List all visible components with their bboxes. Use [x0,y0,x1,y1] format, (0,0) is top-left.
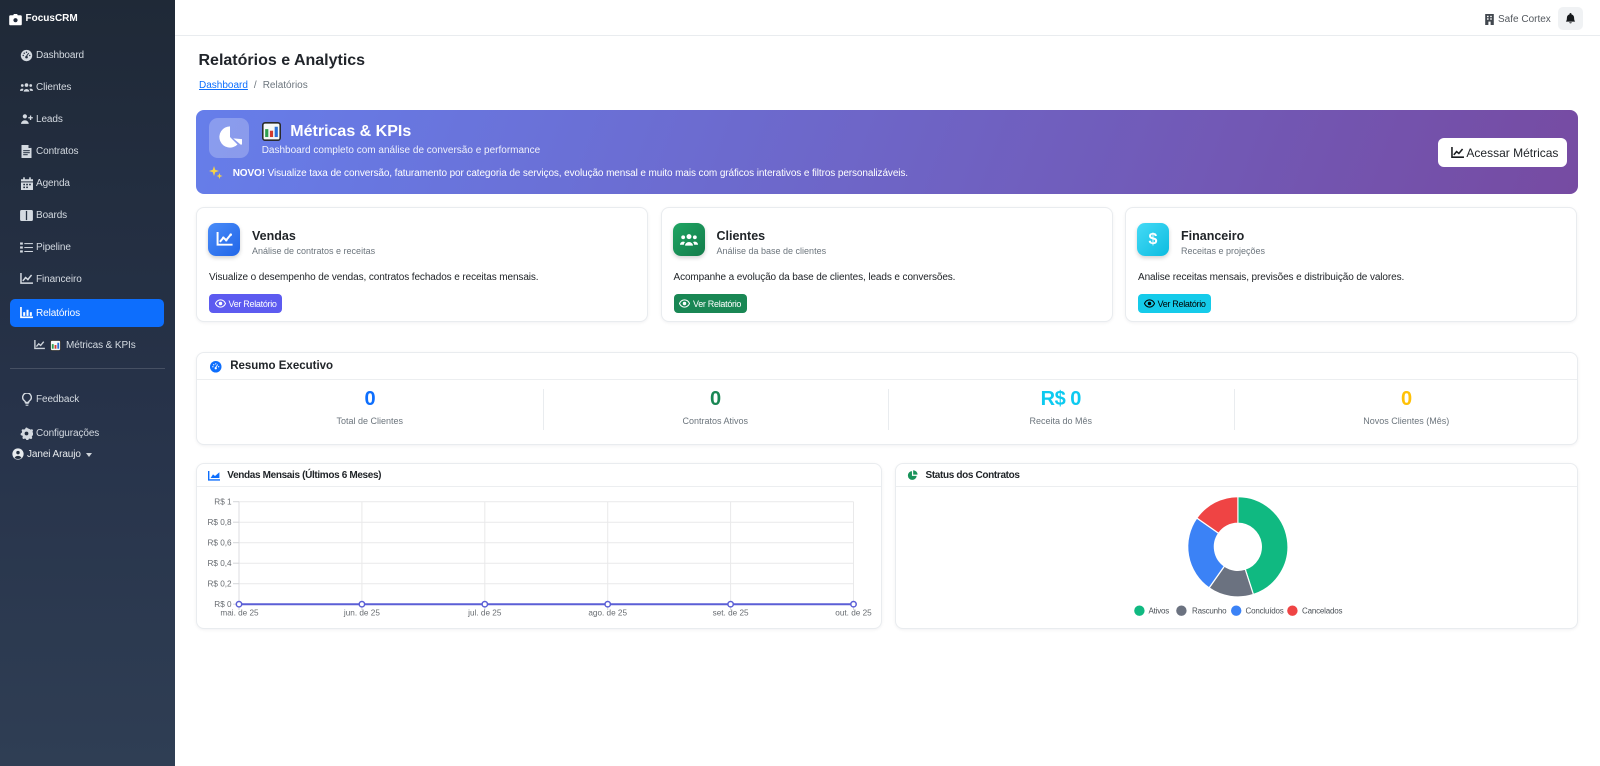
svg-text:Ativos: Ativos [1148,607,1169,616]
svg-text:Concluídos: Concluídos [1245,607,1283,616]
svg-text:Cancelados: Cancelados [1302,607,1342,616]
svg-text:mai. de 25: mai. de 25 [220,609,259,618]
svg-text:jun. de 25: jun. de 25 [343,609,380,618]
svg-text:jul. de 25: jul. de 25 [467,609,502,618]
svg-text:R$ 1: R$ 1 [214,498,232,507]
svg-text:R$ 0,6: R$ 0,6 [207,539,232,548]
svg-text:set. de 25: set. de 25 [713,609,749,618]
svg-text:Rascunho: Rascunho [1192,607,1227,616]
svg-text:R$ 0,8: R$ 0,8 [207,518,232,527]
svg-text:out. de 25: out. de 25 [835,609,872,618]
svg-text:R$ 0,2: R$ 0,2 [207,580,232,589]
svg-text:ago. de 25: ago. de 25 [588,609,627,618]
svg-text:R$ 0,4: R$ 0,4 [207,559,232,568]
